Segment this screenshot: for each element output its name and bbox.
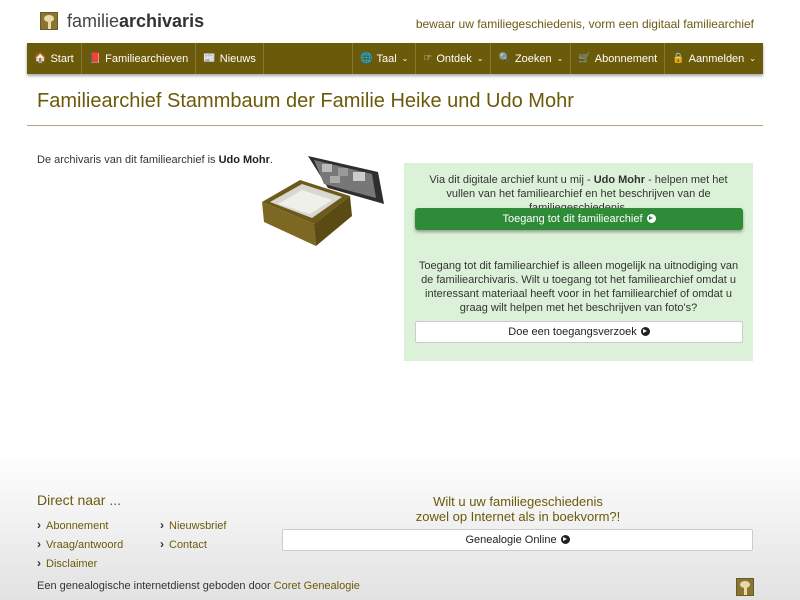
footer-link-abonnement[interactable]: › Abonnement [37, 518, 108, 532]
footer-title: Direct naar ... [37, 492, 122, 508]
chevron-right-icon: › [37, 537, 41, 551]
arrow-circle-right-icon [646, 214, 656, 223]
chevron-right-icon: › [37, 518, 41, 532]
chevron-right-icon: › [160, 537, 164, 551]
chevron-right-icon: › [37, 556, 41, 570]
chevron-down-icon: ⌄ [556, 54, 564, 63]
nav-left-group: 🏠 Start 📕 Familiearchieven 📰 Nieuws [27, 43, 264, 74]
tree-logo-icon[interactable] [736, 578, 754, 596]
request-access-button[interactable]: Doe een toegangsverzoek [415, 321, 743, 343]
title-divider [27, 125, 763, 126]
tagline: bewaar uw familiegeschiedenis, vorm een … [415, 17, 754, 31]
page-title: Familiearchief Stammbaum der Familie Hei… [37, 90, 574, 112]
archivist-info: De archivaris van dit familiearchief is … [37, 154, 273, 166]
nav-item-taal[interactable]: 🌐 Taal ⌄ [352, 43, 415, 74]
logo-text: familiearchivaris [67, 11, 205, 31]
lock-icon: 🔒 [672, 53, 685, 64]
site-footer: Direct naar ... › Abonnement › Nieuwsbrief… [0, 450, 800, 600]
nav-item-label: Zoeken [514, 52, 552, 65]
nav-item-label: Ontdek [436, 52, 472, 65]
chevron-right-icon: › [160, 518, 164, 532]
coret-genealogie-link[interactable]: Coret Genealogie [274, 580, 360, 592]
access-info-text: Toegang tot dit familiearchief is alleen… [418, 260, 739, 314]
book-icon: 📕 [88, 53, 102, 64]
footer-link-nieuwsbrief[interactable]: › Nieuwsbrief [160, 518, 226, 532]
nav-item-familiearchieven[interactable]: 📕 Familiearchieven [82, 43, 197, 74]
newspaper-icon: 📰 [203, 53, 216, 64]
footer-link-contact[interactable]: › Contact [160, 537, 207, 551]
nav-item-label: Nieuws [219, 52, 256, 65]
nav-item-start[interactable]: 🏠 Start [27, 43, 82, 74]
language-icon: 🌐 [360, 53, 373, 64]
access-archive-button[interactable]: Toegang tot dit familiearchief [415, 208, 743, 230]
nav-item-label: Familiearchieven [105, 52, 189, 65]
arrow-circle-right-icon [640, 327, 650, 336]
chevron-down-icon: ⌄ [749, 54, 756, 63]
access-panel: Via dit digitale archief kunt u mij - Ud… [404, 163, 753, 361]
promo-text: Wilt u uw familiegeschiedenis zowel op In… [415, 494, 621, 524]
site-header: familiearchivaris bewaar uw familiegesch… [0, 0, 800, 43]
chevron-down-icon: ⌄ [476, 54, 484, 63]
search-icon: 🔍 [498, 53, 511, 64]
genealogie-online-button[interactable]: Genealogie Online [282, 529, 753, 551]
site-logo[interactable]: familiearchivaris [40, 12, 204, 30]
arrow-circle-right-icon [560, 535, 570, 544]
chevron-down-icon: ⌄ [401, 54, 409, 63]
nav-item-aanmelden[interactable]: 🔒 Aanmelden ⌄ [664, 43, 763, 74]
tree-logo-icon [40, 12, 58, 30]
footer-link-vraag-antwoord[interactable]: › Vraag/antwoord [37, 537, 123, 551]
nav-item-zoeken[interactable]: 🔍 Zoeken ⌄ [490, 43, 570, 74]
nav-item-label: Aanmelden [688, 52, 745, 65]
cart-icon: 🛒 [578, 53, 591, 64]
nav-item-label: Start [50, 52, 74, 65]
footer-credit: Een genealogische internetdienst geboden… [37, 580, 360, 592]
footer-link-disclaimer[interactable]: › Disclaimer [37, 556, 97, 570]
nav-item-abonnement[interactable]: 🛒 Abonnement [570, 43, 664, 74]
nav-item-nieuws[interactable]: 📰 Nieuws [196, 43, 264, 74]
home-icon: 🏠 [34, 53, 47, 64]
nav-item-ontdek[interactable]: ☞ Ontdek ⌄ [415, 43, 490, 74]
main-navbar: 🏠 Start 📕 Familiearchieven 📰 Nieuws 🌐 Taal ⌄ ☞ On… [27, 43, 763, 74]
archive-box-photo [262, 156, 384, 246]
nav-item-label: Taal [376, 52, 397, 65]
nav-right-group: 🌐 Taal ⌄ ☞ Ontdek ⌄ 🔍 Zoeken ⌄ 🛒 Abonnement 🔒 Aanmel… [352, 43, 763, 74]
pointer-icon: ☞ [423, 53, 433, 64]
nav-item-label: Abonnement [594, 52, 658, 65]
